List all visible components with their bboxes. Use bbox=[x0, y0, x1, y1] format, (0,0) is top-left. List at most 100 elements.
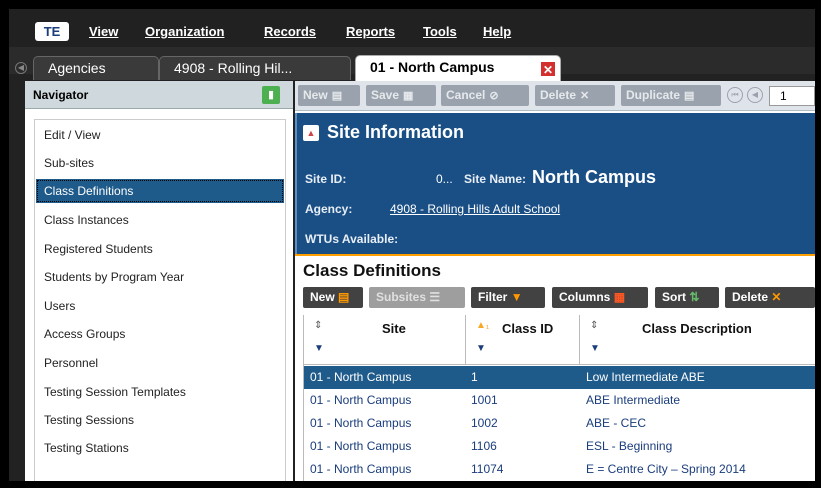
agency-label: Agency: bbox=[305, 202, 353, 216]
cell-site: 01 - North Campus bbox=[310, 393, 412, 407]
tab-scroll-left-icon[interactable]: ◀ bbox=[15, 62, 27, 74]
tab-rolling-hills[interactable]: 4908 - Rolling Hil... bbox=[159, 56, 351, 80]
menu-tools[interactable]: Tools bbox=[423, 24, 457, 39]
subsites-button[interactable]: Subsites ☰ bbox=[369, 287, 465, 308]
cell-site: 01 - North Campus bbox=[310, 370, 412, 384]
tab-label: 4908 - Rolling Hil... bbox=[174, 60, 293, 76]
nav-item-testing-sessions[interactable]: Testing Sessions bbox=[36, 408, 284, 432]
sort-toggle-icon[interactable]: ⇕ bbox=[590, 320, 598, 331]
cancel-icon: ⊘ bbox=[489, 90, 499, 102]
tab-label: Agencies bbox=[48, 60, 106, 76]
table-row[interactable]: 01 - North Campus 1 Low Intermediate ABE bbox=[304, 366, 815, 389]
delete-x-icon: ✕ bbox=[771, 290, 782, 304]
record-toolbar: New ▤ Save ▦ Cancel ⊘ Delete ✕ Duplicate ▤ ⏮ … bbox=[295, 81, 815, 111]
column-filter-icon[interactable]: ▼ bbox=[590, 343, 600, 354]
filter-button[interactable]: Filter ▼ bbox=[471, 287, 545, 308]
save-label: Save bbox=[371, 88, 400, 102]
new-doc-icon: ▤ bbox=[338, 290, 350, 304]
menu-records[interactable]: Records bbox=[264, 24, 316, 39]
pin-icon[interactable]: ▮ bbox=[262, 86, 280, 104]
sort-toggle-icon[interactable]: ⇕ bbox=[314, 320, 322, 331]
site-name-label: Site Name: bbox=[464, 172, 527, 186]
table-row[interactable]: 01 - North Campus 11074 E = Centre City … bbox=[304, 458, 815, 481]
nav-item-testing-session-templates[interactable]: Testing Session Templates bbox=[36, 380, 284, 404]
duplicate-label: Duplicate bbox=[626, 88, 681, 102]
menu-reports[interactable]: Reports bbox=[346, 24, 395, 39]
cell-class-id: 11074 bbox=[471, 462, 504, 476]
column-header-class-id[interactable]: ▲₁ Class ID ▼ bbox=[466, 315, 580, 365]
nav-item-students-by-program-year[interactable]: Students by Program Year bbox=[36, 265, 284, 289]
navigator-title: Navigator bbox=[33, 88, 89, 102]
subsites-label: Subsites bbox=[376, 290, 427, 304]
agency-link[interactable]: 4908 - Rolling Hills Adult School bbox=[390, 202, 560, 216]
cd-new-button[interactable]: New ▤ bbox=[303, 287, 363, 308]
nav-item-registered-students[interactable]: Registered Students bbox=[36, 237, 284, 261]
column-header-site[interactable]: ⇕ Site ▼ bbox=[304, 315, 466, 365]
cd-delete-label: Delete bbox=[732, 290, 769, 304]
cd-delete-button[interactable]: Delete ✕ bbox=[725, 287, 815, 308]
sort-button[interactable]: Sort ⇅ bbox=[655, 287, 719, 308]
class-definitions-grid: ⇕ Site ▼ ▲₁ Class ID ▼ ⇕ Class Descripti… bbox=[303, 315, 815, 481]
tab-north-campus[interactable]: 01 - North Campus bbox=[355, 55, 561, 81]
columns-icon: ▦ bbox=[613, 290, 626, 304]
app-window: TE View Organization Records Reports Too… bbox=[9, 9, 815, 481]
cell-class-description: ABE - CEC bbox=[586, 416, 647, 430]
nav-item-edit-view[interactable]: Edit / View bbox=[36, 123, 284, 147]
cancel-button[interactable]: Cancel ⊘ bbox=[441, 85, 529, 106]
table-row[interactable]: 01 - North Campus 1106 ESL - Beginning bbox=[304, 435, 815, 458]
columns-button[interactable]: Columns ▦ bbox=[552, 287, 648, 308]
column-header-class-description[interactable]: ⇕ Class Description ▼ bbox=[580, 315, 815, 365]
save-icon: ▦ bbox=[403, 90, 414, 102]
new-doc-icon: ▤ bbox=[331, 90, 343, 102]
cell-class-id: 1106 bbox=[471, 439, 497, 453]
collapse-chevron-icon[interactable]: ▲ bbox=[303, 125, 319, 141]
previous-page-icon[interactable]: ◀ bbox=[747, 87, 763, 103]
site-id-label: Site ID: bbox=[305, 172, 347, 186]
menu-organization[interactable]: Organization bbox=[145, 24, 224, 39]
site-information-heading: Site Information bbox=[327, 122, 465, 142]
delete-label: Delete bbox=[540, 88, 577, 102]
tab-agencies[interactable]: Agencies bbox=[33, 56, 159, 80]
section-divider bbox=[295, 254, 815, 256]
nav-item-class-instances[interactable]: Class Instances bbox=[36, 208, 284, 232]
duplicate-button[interactable]: Duplicate ▤ bbox=[621, 85, 721, 106]
wtus-available-label: WTUs Available: bbox=[305, 232, 399, 246]
close-tab-icon[interactable]: ✕ bbox=[540, 61, 556, 77]
navigator-header: Navigator ▮ bbox=[25, 81, 293, 109]
columns-label: Columns bbox=[559, 290, 611, 304]
sort-ascending-icon[interactable]: ▲₁ bbox=[476, 320, 489, 331]
column-title-class-description: Class Description bbox=[642, 321, 752, 336]
nav-item-access-groups[interactable]: Access Groups bbox=[36, 322, 284, 346]
column-filter-icon[interactable]: ▼ bbox=[476, 343, 486, 354]
nav-item-class-definitions[interactable]: Class Definitions bbox=[36, 179, 284, 203]
filter-label: Filter bbox=[478, 290, 508, 304]
cancel-label: Cancel bbox=[446, 88, 486, 102]
save-button[interactable]: Save ▦ bbox=[366, 85, 436, 106]
new-label: New bbox=[303, 88, 328, 102]
class-definitions-title: Class Definitions bbox=[303, 261, 441, 280]
new-button[interactable]: New ▤ bbox=[298, 85, 360, 106]
nav-item-personnel[interactable]: Personnel bbox=[36, 351, 284, 375]
table-row[interactable]: 01 - North Campus 1001 ABE Intermediate bbox=[304, 389, 815, 412]
nav-item-users[interactable]: Users bbox=[36, 294, 284, 318]
cell-class-description: E = Centre City – Spring 2014 bbox=[586, 462, 746, 476]
page-number-input[interactable]: 1 bbox=[769, 86, 815, 106]
tab-label: 01 - North Campus bbox=[370, 59, 495, 75]
menu-help[interactable]: Help bbox=[483, 24, 511, 39]
cell-class-id: 1 bbox=[471, 370, 478, 384]
cell-class-description: ABE Intermediate bbox=[586, 393, 681, 407]
delete-x-icon: ✕ bbox=[580, 90, 590, 102]
first-page-icon[interactable]: ⏮ bbox=[727, 87, 743, 103]
main-content: New ▤ Save ▦ Cancel ⊘ Delete ✕ Duplicate ▤ ⏮ … bbox=[295, 81, 815, 481]
menu-view[interactable]: View bbox=[89, 24, 118, 39]
nav-item-testing-stations[interactable]: Testing Stations bbox=[36, 436, 284, 460]
sort-label: Sort bbox=[662, 290, 686, 304]
navigator-panel: Navigator ▮ Edit / View Sub-sites Class … bbox=[25, 81, 293, 481]
cell-site: 01 - North Campus bbox=[310, 462, 412, 476]
delete-button[interactable]: Delete ✕ bbox=[535, 85, 615, 106]
nav-item-sub-sites[interactable]: Sub-sites bbox=[36, 151, 284, 175]
cell-class-description: ESL - Beginning bbox=[586, 439, 673, 453]
column-title-class-id: Class ID bbox=[502, 321, 554, 336]
table-row[interactable]: 01 - North Campus 1002 ABE - CEC bbox=[304, 412, 815, 435]
column-filter-icon[interactable]: ▼ bbox=[314, 343, 324, 354]
